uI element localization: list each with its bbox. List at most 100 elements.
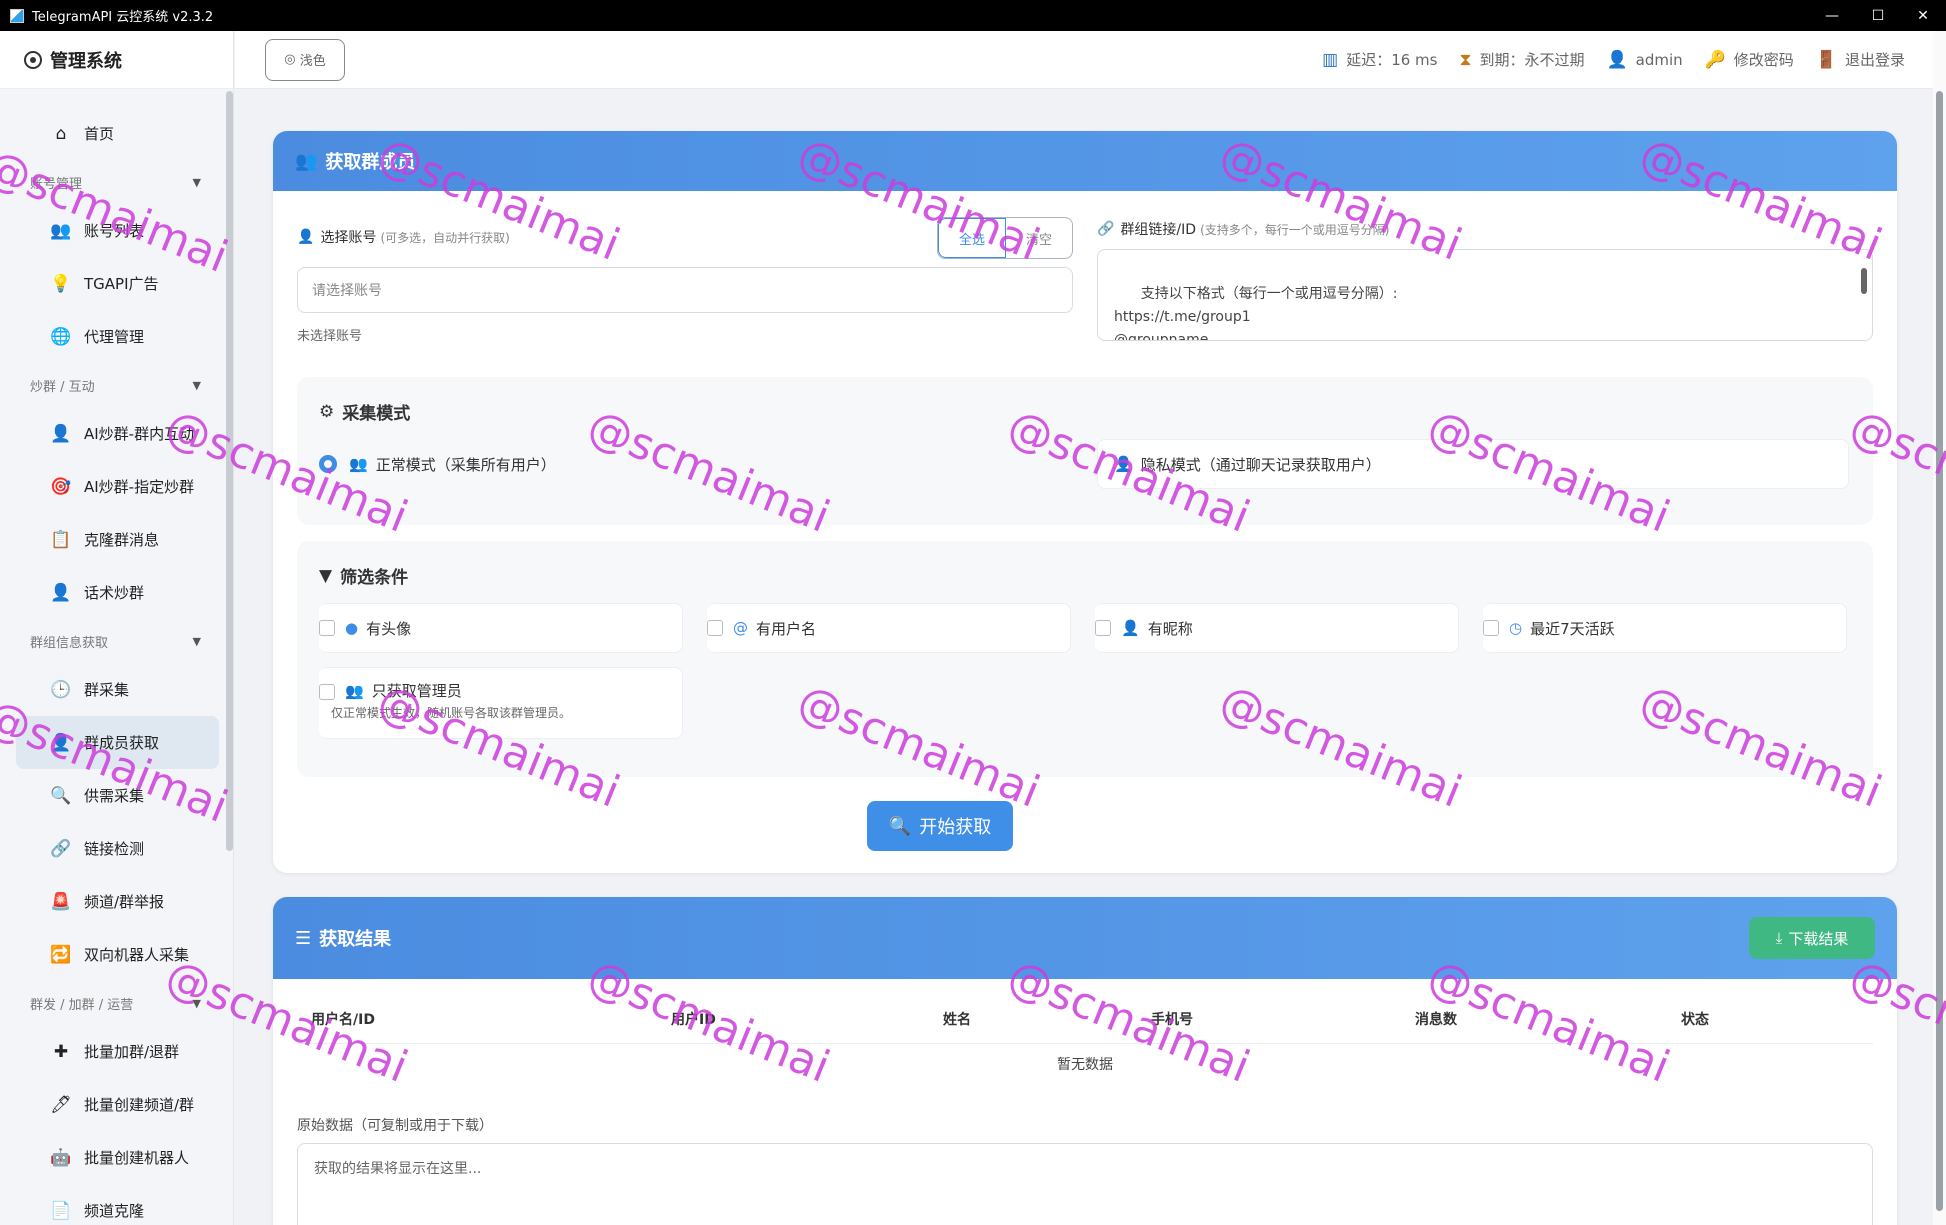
sidebar-item-ai-target[interactable]: 🎯 AI炒群-指定炒群 — [16, 460, 219, 513]
filter-avatar-option[interactable]: ● 有头像 — [319, 603, 683, 653]
filter-avatar-checkbox[interactable] — [319, 620, 335, 636]
sidebar-item-script-hype[interactable]: 👤 话术炒群 — [16, 566, 219, 619]
scrollbar-thumb[interactable] — [1936, 91, 1943, 1211]
filter-active-checkbox[interactable] — [1483, 620, 1499, 636]
col-username[interactable]: 用户名/ID — [297, 995, 657, 1044]
user-icon: 👤 — [297, 229, 315, 245]
latency-indicator: ▥ 延迟：16 ms — [1322, 49, 1437, 70]
sidebar-item-ai-interact[interactable]: 👤 AI炒群-群内互动 — [16, 407, 219, 460]
sidebar-item-tgapi-ads[interactable]: 💡 TGAPI广告 — [16, 257, 219, 310]
logout-link[interactable]: 🚪 退出登录 — [1816, 49, 1905, 70]
sidebar-item-bot-collect[interactable]: 🔁 双向机器人采集 — [16, 928, 219, 981]
user-tag-icon: 👤 — [1121, 619, 1140, 637]
sidebar-item-member-fetch[interactable]: 👤 群成员获取 — [16, 716, 219, 769]
nav-group-info[interactable]: 群组信息获取 ▼ — [0, 619, 233, 663]
change-password-link[interactable]: 🔑 修改密码 — [1705, 49, 1794, 70]
filter-active-option[interactable]: ◷ 最近7天活跃 — [1483, 603, 1847, 653]
start-fetch-button[interactable]: 🔍 开始获取 — [867, 801, 1013, 851]
col-user-id[interactable]: 用户ID — [657, 995, 929, 1044]
sidebar-item-account-list[interactable]: 👥 账号列表 — [16, 204, 219, 257]
sidebar-item-label: 双向机器人采集 — [84, 946, 190, 964]
sidebar-item-label: TGAPI广告 — [84, 275, 159, 293]
sidebar-item-link-check[interactable]: 🔗 链接检测 — [16, 822, 219, 875]
nav-group-hype[interactable]: 炒群 / 互动 ▼ — [0, 363, 233, 407]
mode-normal-radio[interactable] — [319, 455, 337, 473]
key-icon: 🔑 — [1704, 49, 1726, 70]
mode-private-option[interactable]: 👤 隐私模式（通过聊天记录获取用户） — [1097, 439, 1849, 489]
sidebar-item-channel-clone[interactable]: 📄 频道克隆 — [16, 1184, 219, 1225]
user-search-icon: 👤 — [50, 732, 72, 753]
globe-icon: 🌐 — [50, 326, 72, 347]
sidebar-item-label: 群成员获取 — [84, 734, 160, 752]
raw-data-textarea[interactable]: 获取的结果将显示在这里... — [297, 1143, 1873, 1225]
sidebar-scrollbar[interactable] — [226, 91, 233, 851]
filter-username-checkbox[interactable] — [707, 620, 723, 636]
result-title: 获取结果 — [319, 929, 392, 950]
main-scrollbar[interactable] — [1933, 31, 1946, 1225]
col-phone[interactable]: 手机号 — [1137, 995, 1401, 1044]
sidebar-item-label: 话术炒群 — [84, 584, 145, 602]
col-name[interactable]: 姓名 — [929, 995, 1137, 1044]
col-status[interactable]: 状态 — [1667, 995, 1873, 1044]
filter-admin-label: 只获取管理员 — [371, 682, 462, 700]
nav-group-label: 群组信息获取 — [30, 635, 109, 651]
theme-toggle-button[interactable]: ◎ 浅色 — [265, 38, 345, 81]
caret-down-icon: ▼ — [192, 175, 201, 189]
sidebar-item-label: 群采集 — [84, 681, 130, 699]
group-link-textarea[interactable]: 支持以下格式（每行一个或用逗号分隔）: https://t.me/group1 … — [1097, 249, 1873, 341]
mode-normal-option[interactable]: 👥 正常模式（采集所有用户） — [319, 439, 1071, 489]
minimize-button[interactable]: — — [1809, 0, 1855, 31]
users-icon: 👥 — [295, 150, 318, 172]
theme-label: 浅色 — [299, 54, 326, 69]
mode-title-text: 采集模式 — [342, 404, 411, 424]
filter-nickname-label: 有昵称 — [1147, 619, 1193, 638]
filter-nickname-option[interactable]: 👤 有昵称 — [1095, 603, 1459, 653]
gear-icon — [24, 50, 42, 69]
filter-active-label: 最近7天活跃 — [1530, 619, 1615, 638]
account-select-group: 全选 清空 — [937, 217, 1073, 259]
empty-table-text: 暂无数据 — [1057, 1057, 1113, 1074]
filter-title: ▼ 筛选条件 — [319, 563, 408, 589]
sidebar-item-label: 批量加群/退群 — [84, 1043, 180, 1061]
nav-group-label: 账号管理 — [30, 176, 83, 192]
filter-nickname-checkbox[interactable] — [1095, 620, 1111, 636]
topbar: ◎ 浅色 ▥ 延迟：16 ms ⧗ 到期：永不过期 👤 admin 🔑 修改密码 🚪 退出… — [235, 31, 1933, 89]
sidebar-item-report[interactable]: 🚨 频道/群举报 — [16, 875, 219, 928]
nav-group-send[interactable]: 群发 / 加群 / 运营 ▼ — [0, 981, 233, 1025]
clear-button[interactable]: 清空 — [1006, 218, 1072, 258]
sidebar-item-home[interactable]: ⌂ 首页 — [16, 107, 219, 160]
start-fetch-label: 开始获取 — [919, 817, 992, 838]
no-account-text: 未选择账号 — [297, 329, 363, 344]
account-label: 选择账号 — [320, 230, 377, 246]
select-all-button[interactable]: 全选 — [938, 218, 1006, 258]
filter-admin-checkbox[interactable] — [319, 684, 335, 700]
sidebar-item-label: 批量创建频道/群 — [84, 1096, 195, 1114]
col-message-count[interactable]: 消息数 — [1401, 995, 1667, 1044]
sidebar-item-label: 供需采集 — [84, 787, 145, 805]
sidebar-item-batch-bot[interactable]: 🤖 批量创建机器人 — [16, 1131, 219, 1184]
filter-admin-option[interactable]: 👥 只获取管理员 仅正常模式生效，随机账号各取该群管理员。 — [319, 667, 683, 739]
create-icon: 🖊 — [50, 1094, 72, 1115]
sidebar-item-batch-create[interactable]: 🖊 批量创建频道/群 — [16, 1078, 219, 1131]
sidebar-item-supply[interactable]: 🔍 供需采集 — [16, 769, 219, 822]
filter-username-option[interactable]: @ 有用户名 — [707, 603, 1071, 653]
nav-group-account[interactable]: 账号管理 ▼ — [0, 160, 233, 204]
sidebar-item-proxy[interactable]: 🌐 代理管理 — [16, 310, 219, 363]
sidebar-item-batch-join[interactable]: ✚ 批量加群/退群 — [16, 1025, 219, 1078]
sidebar-item-label: 批量创建机器人 — [84, 1149, 190, 1167]
download-result-button[interactable]: ⤓ 下载结果 — [1749, 917, 1875, 959]
sidebar-item-label: 账号列表 — [84, 222, 145, 240]
close-button[interactable]: ✕ — [1900, 0, 1946, 31]
clock-icon: 🕒 — [50, 679, 72, 700]
sidebar-item-label: AI炒群-群内互动 — [84, 425, 195, 443]
caret-down-icon: ▼ — [192, 378, 201, 392]
sidebar-item-clone-msg[interactable]: 📋 克隆群消息 — [16, 513, 219, 566]
filter-username-label: 有用户名 — [756, 619, 817, 638]
filter-avatar-label: 有头像 — [366, 619, 412, 638]
maximize-button[interactable]: ☐ — [1855, 0, 1901, 31]
textarea-scrollbar[interactable] — [1860, 256, 1868, 336]
link-label: 群组链接/ID — [1120, 222, 1197, 238]
sidebar-item-group-collect[interactable]: 🕒 群采集 — [16, 663, 219, 716]
filter-icon: ▼ — [319, 565, 333, 586]
account-select-input[interactable]: 请选择账号 — [297, 267, 1073, 313]
